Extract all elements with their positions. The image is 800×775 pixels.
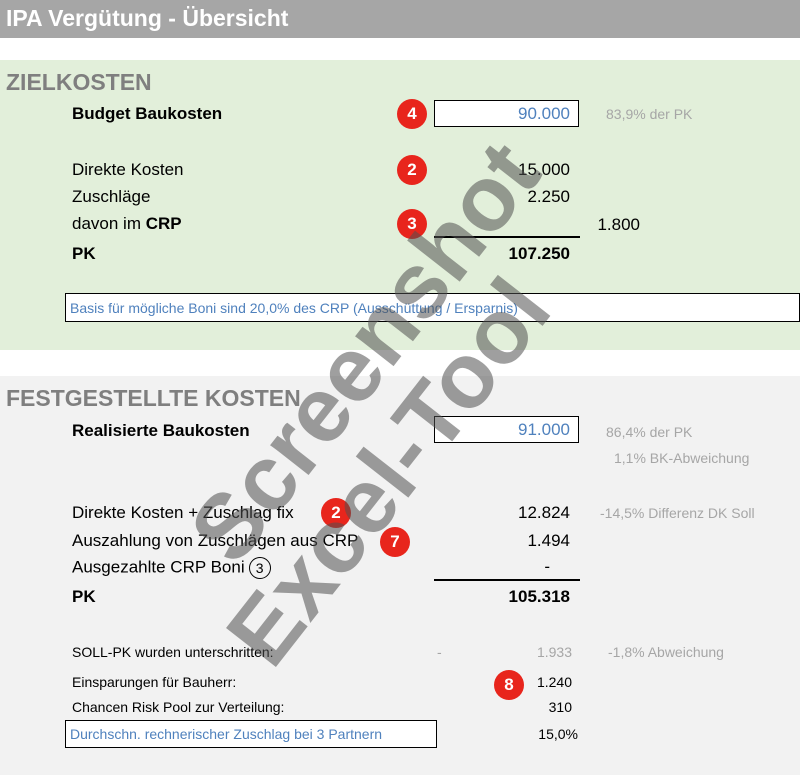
crp-label-prefix: davon im: [72, 214, 146, 233]
chancen-value: 310: [548, 699, 572, 715]
boni-value: -: [544, 557, 550, 576]
zuschlaege-label: Zuschläge: [72, 187, 151, 206]
pk-label-2: PK: [72, 587, 96, 606]
realisiert-note-1: 86,4% der PK: [606, 424, 693, 440]
crp-label: davon im CRP: [72, 214, 182, 234]
chancen-label: Chancen Risk Pool zur Verteilung:: [72, 699, 285, 715]
pk-value-2: 105.318: [508, 587, 570, 606]
direkte-kosten-label: Direkte Kosten: [72, 160, 184, 179]
pk-label-1: PK: [72, 244, 96, 263]
durchschn-label: Durchschn. rechnerischer Zuschlag bei 3 …: [70, 726, 383, 742]
soll-dash: -: [437, 644, 442, 660]
dk-zuschlag-note: -14,5% Differenz DK Soll: [600, 505, 755, 521]
sum-line-2: [434, 579, 580, 581]
page-title: IPA Vergütung - Übersicht: [6, 5, 289, 31]
soll-value: 1.933: [536, 644, 572, 660]
realisiert-note-2: 1,1% BK-Abweichung: [614, 450, 750, 466]
dk-zuschlag-value: 12.824: [518, 503, 570, 522]
crp-label-bold: CRP: [145, 214, 182, 233]
soll-note: -1,8% Abweichung: [608, 644, 724, 660]
auszahlung-value: 1.494: [527, 531, 570, 550]
durchschn-value: 15,0%: [538, 726, 578, 742]
einsparungen-label: Einsparungen für Bauherr:: [72, 674, 237, 690]
badge-2: 2: [397, 155, 427, 185]
budget-value: 90.000: [518, 104, 570, 123]
budget-note: 83,9% der PK: [606, 106, 693, 122]
badge-8: 8: [494, 670, 524, 700]
zielkosten-heading: ZIELKOSTEN: [6, 69, 152, 95]
pk-value-1: 107.250: [508, 244, 570, 263]
einsparungen-value: 1.240: [536, 674, 572, 690]
durchschn-box: Durchschn. rechnerischer Zuschlag bei 3 …: [65, 720, 437, 748]
realisiert-label: Realisierte Baukosten: [72, 421, 250, 440]
title-bar: IPA Vergütung - Übersicht: [0, 0, 800, 38]
boni-label-text: Ausgezahlte CRP Boni: [72, 557, 245, 577]
crp-value: 1.800: [597, 215, 640, 234]
budget-label: Budget Baukosten: [72, 104, 223, 123]
budget-input[interactable]: 90.000: [434, 100, 579, 127]
realisiert-value: 91.000: [518, 420, 570, 439]
badge-4: 4: [397, 99, 427, 129]
